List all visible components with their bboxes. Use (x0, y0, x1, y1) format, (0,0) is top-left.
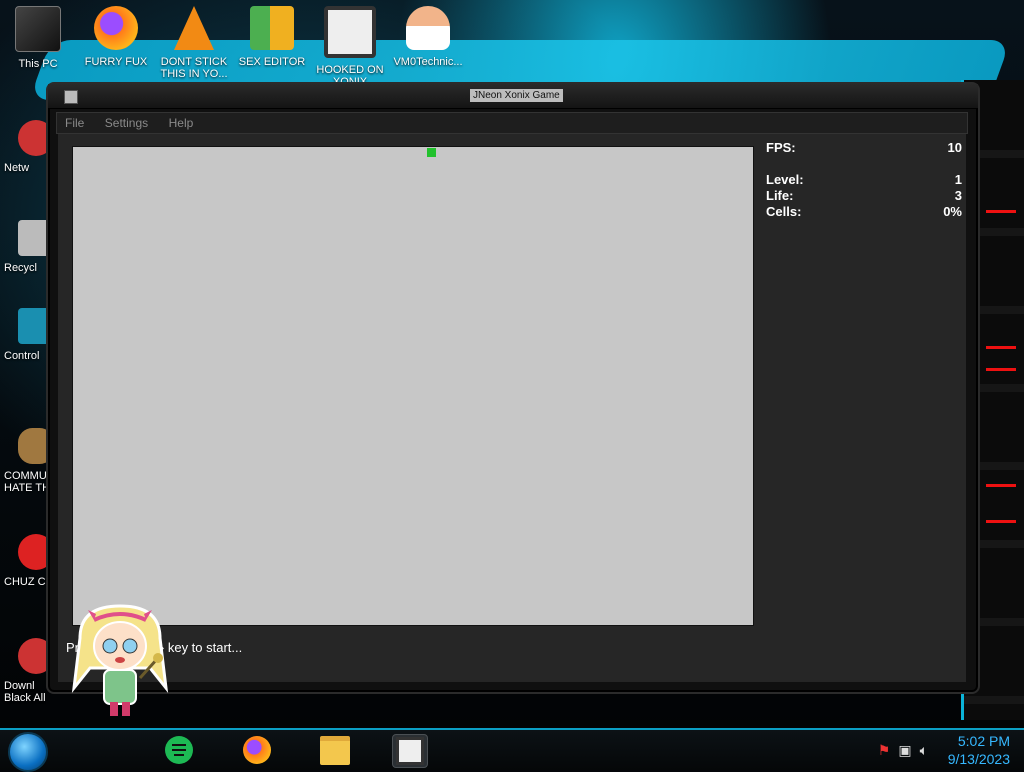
network-icon (18, 120, 46, 156)
title-bar[interactable]: JNeon Xonix Game (48, 84, 978, 109)
xonix-game-icon (324, 6, 376, 58)
desktop-icon-control-panel[interactable]: Control (0, 300, 46, 390)
red-monster-icon (18, 534, 46, 570)
desktop-icon-vm0technic[interactable]: VM0Technic... (390, 6, 466, 68)
desktop-icon-network[interactable]: Netw (0, 112, 46, 202)
volume-icon[interactable]: 🔈︎ (920, 742, 928, 759)
desktop-icon-label: Downl Black All... (4, 680, 46, 704)
desktop-icon-download[interactable]: Downl Black All... (0, 630, 46, 730)
clock-date: 9/13/2023 (947, 751, 1010, 767)
download-icon (18, 638, 46, 674)
decoration-red-bar (986, 520, 1016, 523)
stat-value: 1 (954, 172, 962, 187)
stats-panel: FPS: 10 Level: 1 Life: 3 Cells: 0% (766, 140, 962, 220)
taskbar-app-file-explorer[interactable] (318, 734, 352, 766)
stat-label: Cells: (766, 204, 802, 219)
clock-time: 5:02 PM (957, 733, 1010, 749)
desktop-icon-label: Netw (4, 162, 30, 174)
decoration-red-bar (986, 210, 1016, 213)
menu-settings[interactable]: Settings (97, 113, 156, 133)
action-center-flag-icon[interactable]: ⚑ (878, 742, 891, 759)
taskbar-app-firefox[interactable] (240, 734, 274, 766)
decoration-red-bar (986, 484, 1016, 487)
hxd-editor-icon (250, 6, 294, 50)
doctor-avatar-icon (406, 6, 450, 50)
desktop-icon-label: DONT STICK THIS IN YO... (160, 56, 228, 80)
desktop-icon-label: FURRY FUX (84, 56, 148, 68)
window-title: JNeon Xonix Game (470, 89, 563, 102)
stat-cells: Cells: 0% (766, 204, 962, 220)
stat-level: Level: 1 (766, 172, 962, 188)
firefox-icon (243, 736, 271, 764)
decoration-red-bar (986, 346, 1016, 349)
folder-icon (320, 735, 350, 765)
control-panel-icon (18, 308, 46, 344)
desktop-icon-sex-editor[interactable]: SEX EDITOR (234, 6, 310, 68)
stat-label: Life: (766, 188, 794, 203)
system-tray: ⚑ ▣ 🔈︎ (878, 738, 928, 762)
desktop-icon-label: SEX EDITOR (238, 56, 306, 68)
taskbar-app-notes[interactable] (162, 734, 196, 766)
money-bag-icon (18, 428, 46, 464)
desktop-icon-chuz[interactable]: CHUZ CUI (0, 526, 46, 616)
taskbar-app-xonix[interactable] (392, 734, 428, 768)
game-field[interactable] (72, 146, 754, 626)
start-button[interactable] (8, 732, 48, 772)
game-client-area: FPS: 10 Level: 1 Life: 3 Cells: 0% Pr» k… (58, 134, 966, 682)
notes-app-icon (165, 736, 193, 764)
desktop-icon-label: Recycl (4, 262, 38, 274)
stat-life: Life: 3 (766, 188, 962, 204)
desktop-icon-hooked-on-xonix[interactable]: HOOKED ON XONIX (312, 6, 388, 88)
network-icon[interactable]: ▣ (898, 742, 911, 759)
player-cursor (427, 148, 436, 157)
recycle-bin-icon (18, 220, 46, 256)
stat-label: Level: (766, 172, 804, 187)
desktop-icon-this-pc[interactable]: This PC (0, 6, 76, 70)
stat-value: 0% (943, 204, 962, 219)
desktop-icon-label: VM0Technic... (393, 56, 463, 68)
desktop-icon-commu[interactable]: COMMU HATE TH (0, 420, 46, 510)
desktop-icon-label: This PC (18, 58, 58, 70)
firefox-icon (94, 6, 138, 50)
taskbar: ⚑ ▣ 🔈︎ 5:02 PM 9/13/2023 (0, 728, 1024, 772)
vlc-cone-icon (174, 6, 214, 50)
menu-help[interactable]: Help (161, 113, 202, 133)
computer-icon (15, 6, 61, 52)
game-window: JNeon Xonix Game File Settings Help FPS:… (46, 82, 980, 694)
stat-value: 10 (947, 140, 962, 155)
menu-bar: File Settings Help (56, 112, 968, 134)
app-icon[interactable] (64, 90, 78, 104)
decoration-red-bar (986, 368, 1016, 371)
xonix-game-icon (396, 737, 424, 765)
desktop-icon-recycle-bin[interactable]: Recycl (0, 212, 46, 302)
desktop-icon-label: CHUZ CUI (4, 576, 46, 588)
cartoon-character-sticker (71, 604, 169, 716)
desktop-icon-furry-fux[interactable]: FURRY FUX (78, 6, 154, 68)
stat-value: 3 (954, 188, 962, 203)
desktop-icon-label: Control (4, 350, 40, 362)
stat-label: FPS: (766, 140, 796, 155)
desktop-icon-label: COMMU HATE TH (4, 470, 46, 494)
menu-file[interactable]: File (57, 113, 92, 133)
clock[interactable]: 5:02 PM 9/13/2023 (948, 732, 1010, 768)
desktop-icon-vlc[interactable]: DONT STICK THIS IN YO... (156, 6, 232, 80)
stat-fps: FPS: 10 (766, 140, 962, 156)
